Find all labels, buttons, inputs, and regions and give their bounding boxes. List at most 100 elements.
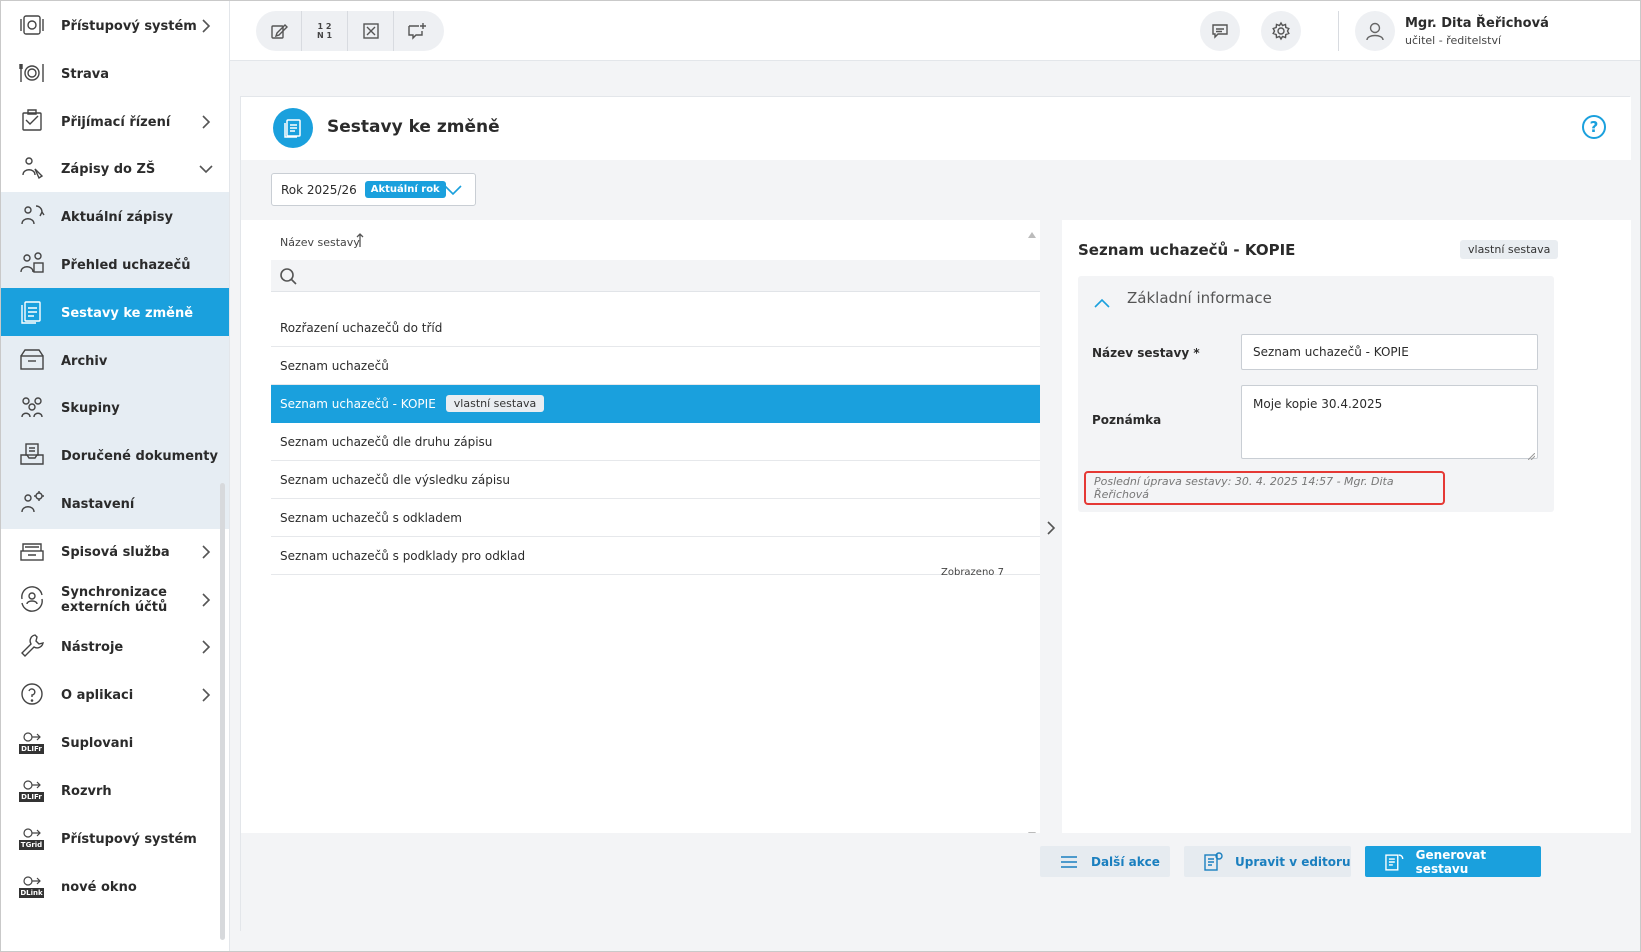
sidebar-item-9[interactable]: Skupiny — [1, 383, 229, 433]
chevron-down-icon[interactable] — [199, 162, 213, 176]
sidebar-item-label: Přístupový systém — [61, 831, 197, 847]
tool-number-top: 1 2 — [317, 22, 332, 31]
top-divider — [1338, 11, 1339, 51]
basic-info-section: Základní informace Název sestavy * Sezna… — [1078, 276, 1554, 512]
chevron-right-icon[interactable] — [199, 640, 213, 654]
chevron-right-icon[interactable] — [199, 19, 213, 33]
close-box-icon[interactable] — [348, 11, 394, 51]
add-comment-icon[interactable] — [394, 11, 440, 51]
sidebar-item-18[interactable]: TGrid Přístupový systém — [1, 814, 229, 864]
sidebar-item-5[interactable]: Aktuální zápisy — [1, 192, 229, 242]
sidebar-item-13[interactable]: Synchronizace externích účtů — [1, 575, 229, 625]
sidebar-badge-text: DLIFr — [19, 792, 44, 802]
message-icon[interactable] — [1200, 11, 1240, 51]
chevron-right-icon[interactable] — [1045, 520, 1057, 535]
number-order-icon[interactable]: 1 2N 1 — [302, 11, 348, 51]
user-name[interactable]: Mgr. Dita Řeřichová — [1405, 16, 1549, 31]
chevron-up-icon[interactable] — [1094, 294, 1110, 308]
dlifr-icon: DLIFr — [17, 732, 45, 754]
custom-report-badge: vlastní sestava — [445, 395, 545, 412]
edit-in-editor-label: Upravit v editoru — [1235, 854, 1351, 869]
section-title[interactable]: Základní informace — [1127, 289, 1272, 307]
tool-number-bottom: N 1 — [316, 31, 333, 40]
question-icon — [18, 680, 46, 708]
list-search-input[interactable] — [271, 260, 1040, 292]
help-button[interactable]: ? — [1582, 115, 1606, 139]
user-avatar-icon[interactable] — [1355, 11, 1395, 51]
sidebar-item-3[interactable]: Přijímací řízení — [1, 97, 229, 147]
dlifr-icon: DLIFr — [17, 780, 45, 802]
search-icon — [279, 267, 297, 285]
note-field-label: Poznámka — [1092, 413, 1162, 427]
edit-icon[interactable] — [256, 11, 302, 51]
year-select[interactable]: Rok 2025/26 Aktuální rok — [271, 173, 476, 206]
sidebar-item-14[interactable]: Nástroje — [1, 622, 229, 672]
list-item[interactable]: Seznam uchazečů - KOPIE vlastní sestava — [271, 385, 1040, 423]
list-item[interactable]: Seznam uchazečů dle druhu zápisu — [271, 423, 1040, 461]
chevron-right-icon[interactable] — [199, 593, 213, 607]
chevron-right-icon[interactable] — [199, 545, 213, 559]
page-header: Sestavy ke změně ? — [241, 97, 1631, 160]
resize-handle-icon[interactable] — [1527, 449, 1536, 461]
chevron-right-icon[interactable] — [199, 115, 213, 129]
sidebar-item-11[interactable]: Nastavení — [1, 479, 229, 529]
sidebar-item-6[interactable]: Přehled uchazečů — [1, 240, 229, 290]
sidebar-item-label: Archiv — [61, 353, 108, 369]
list-item[interactable]: Seznam uchazečů s podklady pro odklad — [271, 537, 1040, 575]
chevron-down-icon[interactable] — [443, 182, 463, 198]
inbox-documents-icon — [18, 441, 46, 469]
report-list: Název sestavy Rozřazení uchazečů do tříd… — [241, 220, 1049, 838]
column-header-name[interactable]: Název sestavy — [280, 236, 360, 249]
list-item[interactable]: Seznam uchazečů — [271, 347, 1040, 385]
sidebar-item-8[interactable]: Archiv — [1, 336, 229, 386]
gear-icon[interactable] — [1261, 11, 1301, 51]
archive-icon — [18, 346, 46, 374]
scroll-up-icon[interactable] — [1028, 223, 1036, 238]
sidebar-item-10[interactable]: Doručené dokumenty — [1, 431, 229, 481]
sidebar-item-1[interactable]: Přístupový systém — [1, 1, 229, 51]
year-select-label: Rok 2025/26 — [281, 182, 357, 197]
list-item-label: Seznam uchazečů dle výsledku zápisu — [280, 472, 511, 487]
list-item[interactable]: Seznam uchazečů dle výsledku zápisu — [271, 461, 1040, 499]
report-detail: Seznam uchazečů - KOPIE vlastní sestava … — [1062, 220, 1631, 833]
list-item-label: Rozřazení uchazečů do tříd — [280, 320, 443, 335]
panel-splitter[interactable] — [1040, 220, 1062, 833]
sort-ascending-icon[interactable] — [355, 232, 365, 248]
report-name-field[interactable]: Seznam uchazečů - KOPIE — [1241, 334, 1538, 370]
last-edit-info: Poslední úprava sestavy: 30. 4. 2025 14:… — [1084, 471, 1445, 505]
more-actions-button[interactable]: Další akce — [1040, 846, 1170, 877]
list-item[interactable]: Rozřazení uchazečů do tříd — [271, 309, 1040, 347]
sidebar-item-16[interactable]: DLIFr Suplovani — [1, 718, 229, 768]
app-window: Přístupový systém Strava Přijímací řízení Z… — [0, 0, 1641, 952]
sidebar-item-label: Nastavení — [61, 496, 135, 512]
generate-report-button[interactable]: Generovat sestavu — [1365, 846, 1541, 877]
sidebar-item-15[interactable]: O aplikaci — [1, 670, 229, 720]
sidebar-item-17[interactable]: DLIFr Rozvrh — [1, 766, 229, 816]
meal-plate-icon — [18, 59, 46, 87]
sidebar-item-label: Aktuální zápisy — [61, 209, 173, 225]
more-actions-label: Další akce — [1091, 854, 1160, 869]
list-item-label: Seznam uchazečů - KOPIE — [280, 396, 436, 411]
generate-report-label: Generovat sestavu — [1415, 847, 1487, 876]
sidebar-item-19[interactable]: DLink nové okno — [1, 862, 229, 912]
sidebar-item-4[interactable]: Zápisy do ZŠ — [1, 144, 229, 194]
current-enrollment-icon — [18, 202, 46, 230]
scroll-down-icon[interactable] — [1028, 823, 1036, 838]
list-item[interactable]: Seznam uchazečů s odkladem — [271, 499, 1040, 537]
current-year-badge: Aktuální rok — [364, 181, 446, 198]
list-item-label: Seznam uchazečů s odkladem — [280, 510, 462, 525]
sidebar-badge-text: TGrid — [19, 840, 44, 850]
report-icon — [273, 108, 313, 148]
chevron-right-icon[interactable] — [199, 688, 213, 702]
note-field[interactable]: Moje kopie 30.4.2025 — [1241, 385, 1538, 461]
groups-icon — [18, 393, 46, 421]
sidebar-item-2[interactable]: Strava — [1, 49, 229, 99]
note-text: Moje kopie 30.4.2025 — [1253, 397, 1383, 411]
edit-in-editor-button[interactable]: Upravit v editoru — [1184, 846, 1351, 877]
sidebar-item-label: Skupiny — [61, 400, 120, 416]
sidebar-scrollbar[interactable] — [220, 483, 225, 940]
sidebar-item-7[interactable]: Sestavy ke změně — [1, 288, 229, 338]
sidebar-item-12[interactable]: Spisová služba — [1, 527, 229, 577]
menu-lines-icon — [1061, 855, 1077, 868]
custom-report-badge: vlastní sestava — [1460, 240, 1559, 259]
